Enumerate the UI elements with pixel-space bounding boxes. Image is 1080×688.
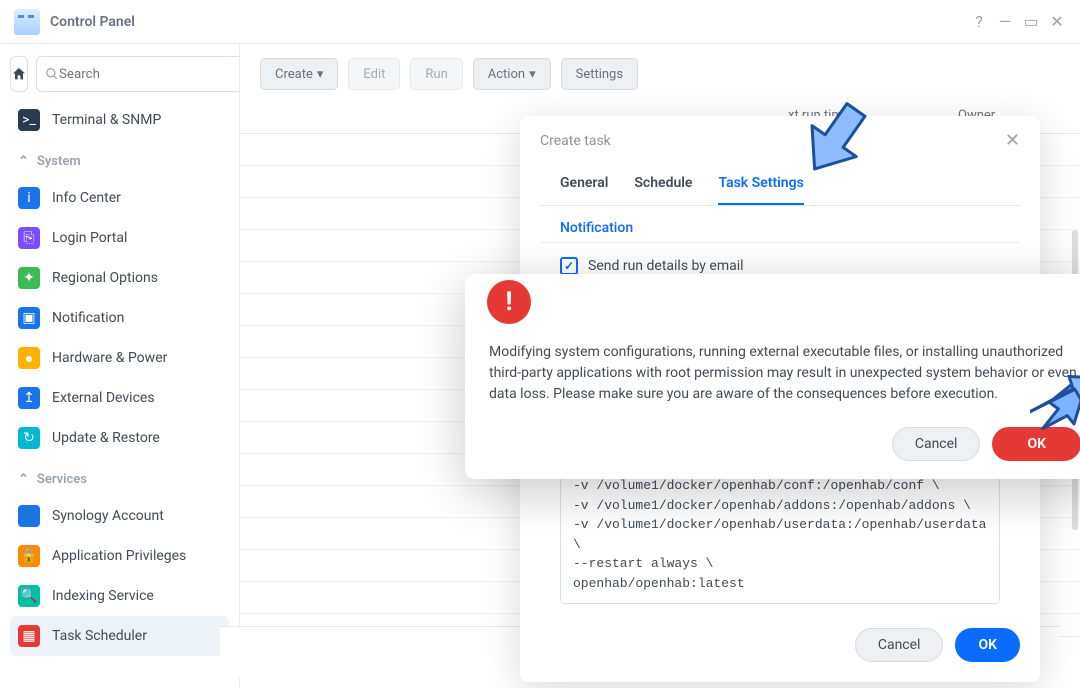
sidebar-item-info-center[interactable]: i Info Center	[10, 178, 229, 218]
warning-text: Modifying system configurations, running…	[489, 342, 1080, 405]
caret-down-icon: ▾	[317, 67, 324, 82]
main-content: Create ▾ Edit Run Action ▾ Settings xt r…	[240, 44, 1080, 688]
run-button[interactable]: Run	[410, 58, 462, 90]
sidebar-item-synology-account[interactable]: 👤 Synology Account	[10, 496, 229, 536]
sidebar-item-label: Synology Account	[52, 508, 164, 524]
section-notification: Notification	[540, 206, 1020, 243]
sidebar-item-indexing-service[interactable]: 🔍 Indexing Service	[10, 576, 229, 616]
window-title: Control Panel	[50, 14, 135, 30]
maximize-icon[interactable]: ▭	[1018, 9, 1044, 35]
sidebar-item-label: Login Portal	[52, 230, 127, 246]
sidebar-item-update-restore[interactable]: ↻ Update & Restore	[10, 418, 229, 458]
close-icon[interactable]: ✕	[1044, 9, 1070, 35]
search-icon: 🔍	[18, 585, 40, 607]
sidebar-item-label: Info Center	[52, 190, 121, 206]
search-icon	[45, 67, 59, 81]
user-script-textarea[interactable]: -v /volume1/docker/openhab/conf:/openhab…	[560, 465, 1000, 604]
edit-button[interactable]: Edit	[348, 58, 400, 90]
chevron-up-icon: ⌃	[18, 472, 29, 487]
home-icon	[11, 66, 27, 82]
sidebar-item-notification[interactable]: ▣ Notification	[10, 298, 229, 338]
send-email-label: Send run details by email	[588, 258, 744, 274]
minimize-icon[interactable]: —	[992, 9, 1018, 35]
create-button[interactable]: Create ▾	[260, 58, 338, 90]
chat-icon: ▣	[18, 307, 40, 329]
sidebar-item-terminal[interactable]: >_ Terminal & SNMP	[10, 100, 229, 140]
sidebar-item-label: Update & Restore	[52, 430, 160, 446]
tab-schedule[interactable]: Schedule	[634, 167, 692, 205]
sidebar-item-login-portal[interactable]: ⎘ Login Portal	[10, 218, 229, 258]
sidebar-section-system[interactable]: ⌃ System	[10, 144, 229, 178]
sidebar-item-hardware[interactable]: ● Hardware & Power	[10, 338, 229, 378]
sidebar-item-regional[interactable]: ✦ Regional Options	[10, 258, 229, 298]
sidebar-item-label: Application Privileges	[52, 548, 186, 564]
upload-icon: ↥	[18, 387, 40, 409]
dialog-title: Create task	[540, 133, 611, 149]
caret-down-icon: ▾	[529, 67, 536, 82]
info-icon: i	[18, 187, 40, 209]
toolbar: Create ▾ Edit Run Action ▾ Settings	[240, 44, 1080, 98]
sidebar: >_ Terminal & SNMP ⌃ System i Info Center…	[0, 44, 240, 688]
sidebar-item-app-privileges[interactable]: 🔒 Application Privileges	[10, 536, 229, 576]
globe-icon: ✦	[18, 267, 40, 289]
search-input[interactable]	[59, 67, 236, 82]
home-button[interactable]	[10, 56, 28, 92]
dialog-close-icon[interactable]: ✕	[1005, 130, 1020, 151]
user-icon: 👤	[18, 505, 40, 527]
sidebar-item-label: Hardware & Power	[52, 350, 167, 366]
bulb-icon: ●	[18, 347, 40, 369]
sidebar-item-label: Indexing Service	[52, 588, 154, 604]
sidebar-section-services[interactable]: ⌃ Services	[10, 462, 229, 496]
sidebar-item-label: Task Scheduler	[52, 628, 147, 644]
sidebar-item-label: External Devices	[52, 390, 155, 406]
search-input-wrap[interactable]	[36, 56, 240, 92]
task-cancel-button[interactable]: Cancel	[855, 628, 944, 662]
terminal-icon: >_	[18, 109, 40, 131]
help-icon[interactable]: ?	[966, 9, 992, 35]
warning-icon: !	[487, 280, 531, 324]
warn-ok-button[interactable]: OK	[992, 427, 1080, 461]
chevron-up-icon: ⌃	[18, 154, 29, 169]
tab-general[interactable]: General	[560, 167, 608, 205]
control-panel-icon	[14, 9, 40, 35]
tab-task-settings[interactable]: Task Settings	[718, 167, 803, 205]
task-ok-button[interactable]: OK	[955, 628, 1020, 662]
sidebar-item-label: Notification	[52, 310, 124, 326]
warning-dialog: ! Modifying system configurations, runni…	[465, 274, 1080, 479]
sidebar-item-label: Regional Options	[52, 270, 158, 286]
action-button[interactable]: Action ▾	[473, 58, 551, 90]
settings-button[interactable]: Settings	[561, 58, 638, 90]
sidebar-item-label: Terminal & SNMP	[52, 112, 161, 128]
calendar-icon: ▦	[18, 625, 40, 647]
sidebar-item-task-scheduler[interactable]: ▦ Task Scheduler	[10, 616, 229, 656]
sync-icon: ↻	[18, 427, 40, 449]
sidebar-item-external-devices[interactable]: ↥ External Devices	[10, 378, 229, 418]
lock-icon: 🔒	[18, 545, 40, 567]
login-icon: ⎘	[18, 227, 40, 249]
warn-cancel-button[interactable]: Cancel	[892, 427, 981, 461]
send-email-checkbox[interactable]: ✓	[560, 257, 578, 275]
